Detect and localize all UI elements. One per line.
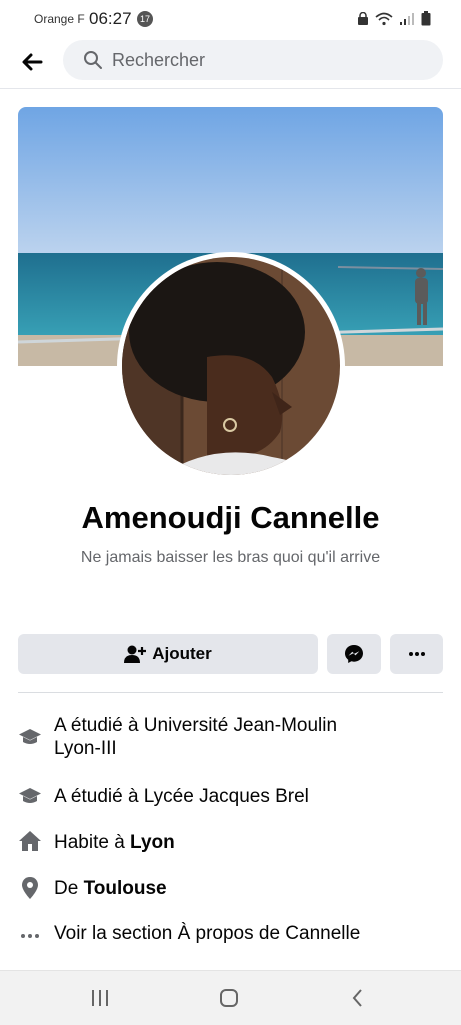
system-navigation-bar — [0, 970, 461, 1025]
search-input[interactable]: Rechercher — [63, 40, 443, 80]
about-text: A étudié à Lycée Jacques Brel — [54, 786, 309, 807]
profile-bio: Ne jamais baisser les bras quoi qu'il ar… — [80, 549, 381, 566]
location-pin-icon — [22, 877, 38, 899]
recent-apps-icon — [92, 990, 108, 1006]
top-bar: Rechercher — [0, 36, 461, 89]
carrier-label: Orange F — [34, 12, 85, 26]
more-options-button[interactable] — [390, 634, 443, 674]
lock-icon — [358, 11, 368, 25]
divider — [18, 692, 443, 693]
battery-icon — [421, 11, 431, 26]
home-circle-icon — [220, 989, 238, 1007]
about-text: De Toulouse — [54, 877, 414, 900]
profile-actions: Ajouter — [18, 634, 443, 674]
profile-picture-image — [122, 257, 340, 475]
back-button[interactable] — [20, 50, 44, 74]
wifi-icon — [375, 12, 393, 25]
clock: 06:27 — [89, 9, 132, 28]
chevron-left-icon — [352, 989, 362, 1007]
search-icon — [84, 51, 102, 69]
education-1-line2: Lyon-III — [54, 738, 117, 759]
signal-icon — [400, 12, 414, 25]
status-bar: Orange F 06:27 17 — [0, 0, 461, 36]
profile-picture[interactable] — [117, 252, 345, 480]
ellipsis-icon — [21, 934, 39, 938]
lives-prefix: Habite à — [54, 832, 131, 853]
education-1-line1: A étudié à Université Jean-Moulin — [54, 715, 338, 736]
graduation-cap-icon — [19, 788, 41, 803]
profile-name: Amenoudji Cannelle — [81, 500, 380, 535]
person-plus-icon — [124, 645, 147, 663]
messenger-icon — [345, 645, 363, 663]
search-placeholder: Rechercher — [112, 50, 206, 70]
home-button[interactable] — [217, 987, 241, 1009]
recent-apps-button[interactable] — [88, 987, 112, 1009]
add-friend-button[interactable]: Ajouter — [18, 634, 318, 674]
notification-count-badge: 17 — [137, 11, 153, 27]
home-icon — [19, 831, 41, 851]
about-text: A étudié à Université Jean-Moulin Lyon-I… — [54, 714, 414, 760]
from-city: Toulouse — [83, 878, 167, 899]
lives-city: Lyon — [130, 832, 175, 853]
see-about-text: Voir la section À propos de Cannelle — [54, 923, 361, 944]
from-prefix: De — [54, 878, 84, 899]
message-button[interactable] — [327, 634, 381, 674]
add-friend-label: Ajouter — [152, 644, 212, 663]
graduation-cap-icon — [19, 729, 41, 744]
back-nav-button[interactable] — [346, 987, 370, 1009]
arrow-left-icon — [22, 53, 43, 71]
more-horizontal-icon — [408, 652, 425, 656]
about-text: Habite à Lyon — [54, 831, 414, 854]
status-icons — [357, 11, 431, 26]
